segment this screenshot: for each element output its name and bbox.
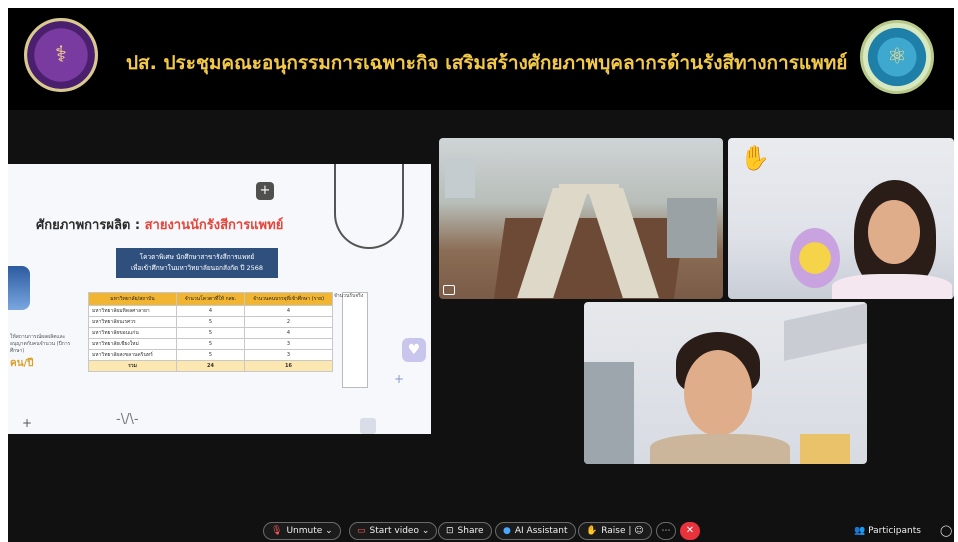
plus-icon: + — [22, 416, 33, 430]
hand-icon: ✋ — [586, 526, 598, 536]
heartbeat-icon: -\/\- — [116, 412, 139, 427]
office-of-atoms-for-peace-logo: ⚕ — [24, 18, 98, 92]
chat-icon[interactable]: ◯ — [940, 524, 952, 537]
slide-table-title: โควตาพิเศษ นักศึกษาสาขารังสีการแพทย์ เพื… — [116, 248, 278, 278]
table-cell: รวม — [88, 360, 177, 372]
table-cell: 5 — [176, 338, 245, 350]
slide-left-note: ให้สถานการณ์ผลผลิตและ อนุญาตกับคนจำนวน (… — [10, 334, 71, 354]
participant-shirt — [650, 434, 790, 464]
actual-intake-label: จำนวนรับจริง — [334, 293, 364, 299]
quota-table: มหาวิทยาลัย/สถาบัน จำนวนโควตาที่ให้ กสธ.… — [88, 292, 333, 372]
screen-share-icon — [443, 285, 455, 295]
ai-assistant-button[interactable]: ● AI Assistant — [495, 522, 576, 540]
table-cell: 5 — [176, 349, 245, 361]
university-logo — [8, 266, 30, 310]
table-cell: มหาวิทยาลัยมหิดลศาลายา — [88, 305, 177, 317]
table-cell: มหาวิทยาลัยขอนแก่น — [88, 327, 177, 339]
raised-hand-icon: ✋ — [740, 144, 770, 172]
table-row: มหาวิทยาลัยมหิดลศาลายา 4 4 — [88, 305, 333, 317]
conference-table-head — [559, 184, 619, 194]
muted-mic-icon: 🎙 — [271, 526, 283, 536]
table-cell: 3 — [244, 349, 333, 361]
participant-shirt — [832, 274, 952, 299]
share-button[interactable]: ⊡ Share — [438, 522, 492, 540]
end-call-button[interactable]: ✕ — [680, 522, 700, 540]
ceiling-panel — [784, 303, 867, 361]
table-row: มหาวิทยาลัยเชียงใหม่ 5 3 — [88, 338, 333, 350]
table-cell: มหาวิทยาลัยนเรศวร — [88, 316, 177, 328]
table-cell: 24 — [176, 360, 245, 372]
table-header: มหาวิทยาลัย/สถาบัน — [88, 292, 177, 306]
video-off-icon: ▭ — [357, 526, 366, 536]
table-cell: 4 — [176, 305, 245, 317]
participants-icon: 👥 — [854, 526, 869, 536]
table-header: จำนวนคนบรรจุที่เข้าศึกษา (ราย) — [244, 292, 333, 306]
banner-title: ปส. ประชุมคณะอนุกรรมการเฉพาะกิจ เสริมสร้… — [126, 52, 848, 74]
raise-hand-button[interactable]: ✋ Raise | ☺ — [578, 522, 652, 540]
table-row: มหาวิทยาลัยนเรศวร 5 2 — [88, 316, 333, 328]
table-header-row: มหาวิทยาลัย/สถาบัน จำนวนโควตาที่ให้ กสธ.… — [88, 292, 333, 306]
table-header: จำนวนโควตาที่ให้ กสธ. — [176, 292, 245, 306]
desk-object — [800, 434, 850, 464]
radiation-society-logo: ⚛ — [860, 20, 934, 94]
side-desks — [667, 198, 717, 258]
plus-square-icon: + — [256, 182, 274, 200]
conference-banner: ⚕ ปส. ประชุมคณะอนุกรรมการเฉพาะกิจ เสริมส… — [8, 8, 954, 110]
plus-icon: + — [394, 372, 405, 386]
participant-face — [868, 200, 920, 264]
meeting-room-video-tile[interactable] — [439, 138, 723, 299]
table-row: มหาวิทยาลัยสงขลานครินทร์ 5 3 — [88, 349, 333, 361]
unmute-button[interactable]: 🎙 Unmute ⌄ — [263, 522, 341, 540]
table-row: มหาวิทยาลัยขอนแก่น 5 4 — [88, 327, 333, 339]
table-cell: มหาวิทยาลัยเชียงใหม่ — [88, 338, 177, 350]
stethoscope-decoration — [334, 164, 404, 249]
slide-left-unit: คน/ปี — [10, 358, 34, 369]
table-cell: 5 — [176, 327, 245, 339]
participant-video-tile[interactable]: ✋ — [728, 138, 954, 299]
table-total-row: รวม 24 16 — [88, 360, 333, 372]
more-options-button[interactable]: ⋯ — [656, 522, 676, 540]
actual-intake-column — [342, 292, 368, 388]
start-video-button[interactable]: ▭ Start video ⌄ — [349, 522, 438, 540]
window-frame — [584, 362, 634, 464]
meeting-stage: ⚕ ปส. ประชุมคณะอนุกรรมการเฉพาะกิจ เสริมส… — [8, 8, 954, 542]
share-icon: ⊡ — [446, 526, 454, 536]
flower-decoration — [790, 228, 840, 288]
table-cell: 3 — [244, 338, 333, 350]
table-cell: 16 — [244, 360, 333, 372]
participant-video-tile[interactable] — [584, 302, 867, 464]
table-cell: 2 — [244, 316, 333, 328]
table-cell: 4 — [244, 305, 333, 317]
wall-cabinet — [445, 158, 475, 198]
participants-button[interactable]: 👥 Participants — [854, 526, 921, 536]
table-cell: 4 — [244, 327, 333, 339]
heart-icon: ♥ — [402, 338, 426, 362]
table-cell: 5 — [176, 316, 245, 328]
ai-assistant-icon: ● — [503, 526, 511, 536]
table-cell: มหาวิทยาลัยสงขลานครินทร์ — [88, 349, 177, 361]
shared-presentation-slide: + ศักยภาพการผลิต : สายงานนักรังสีการแพทย… — [8, 164, 431, 434]
participant-face — [684, 350, 752, 436]
drop-icon — [360, 418, 376, 434]
slide-heading: ศักยภาพการผลิต : สายงานนักรังสีการแพทย์ — [36, 218, 284, 233]
meeting-toolbar: 🎙 Unmute ⌄ ▭ Start video ⌄ ⊡ Share ● AI Assi… — [8, 518, 954, 542]
